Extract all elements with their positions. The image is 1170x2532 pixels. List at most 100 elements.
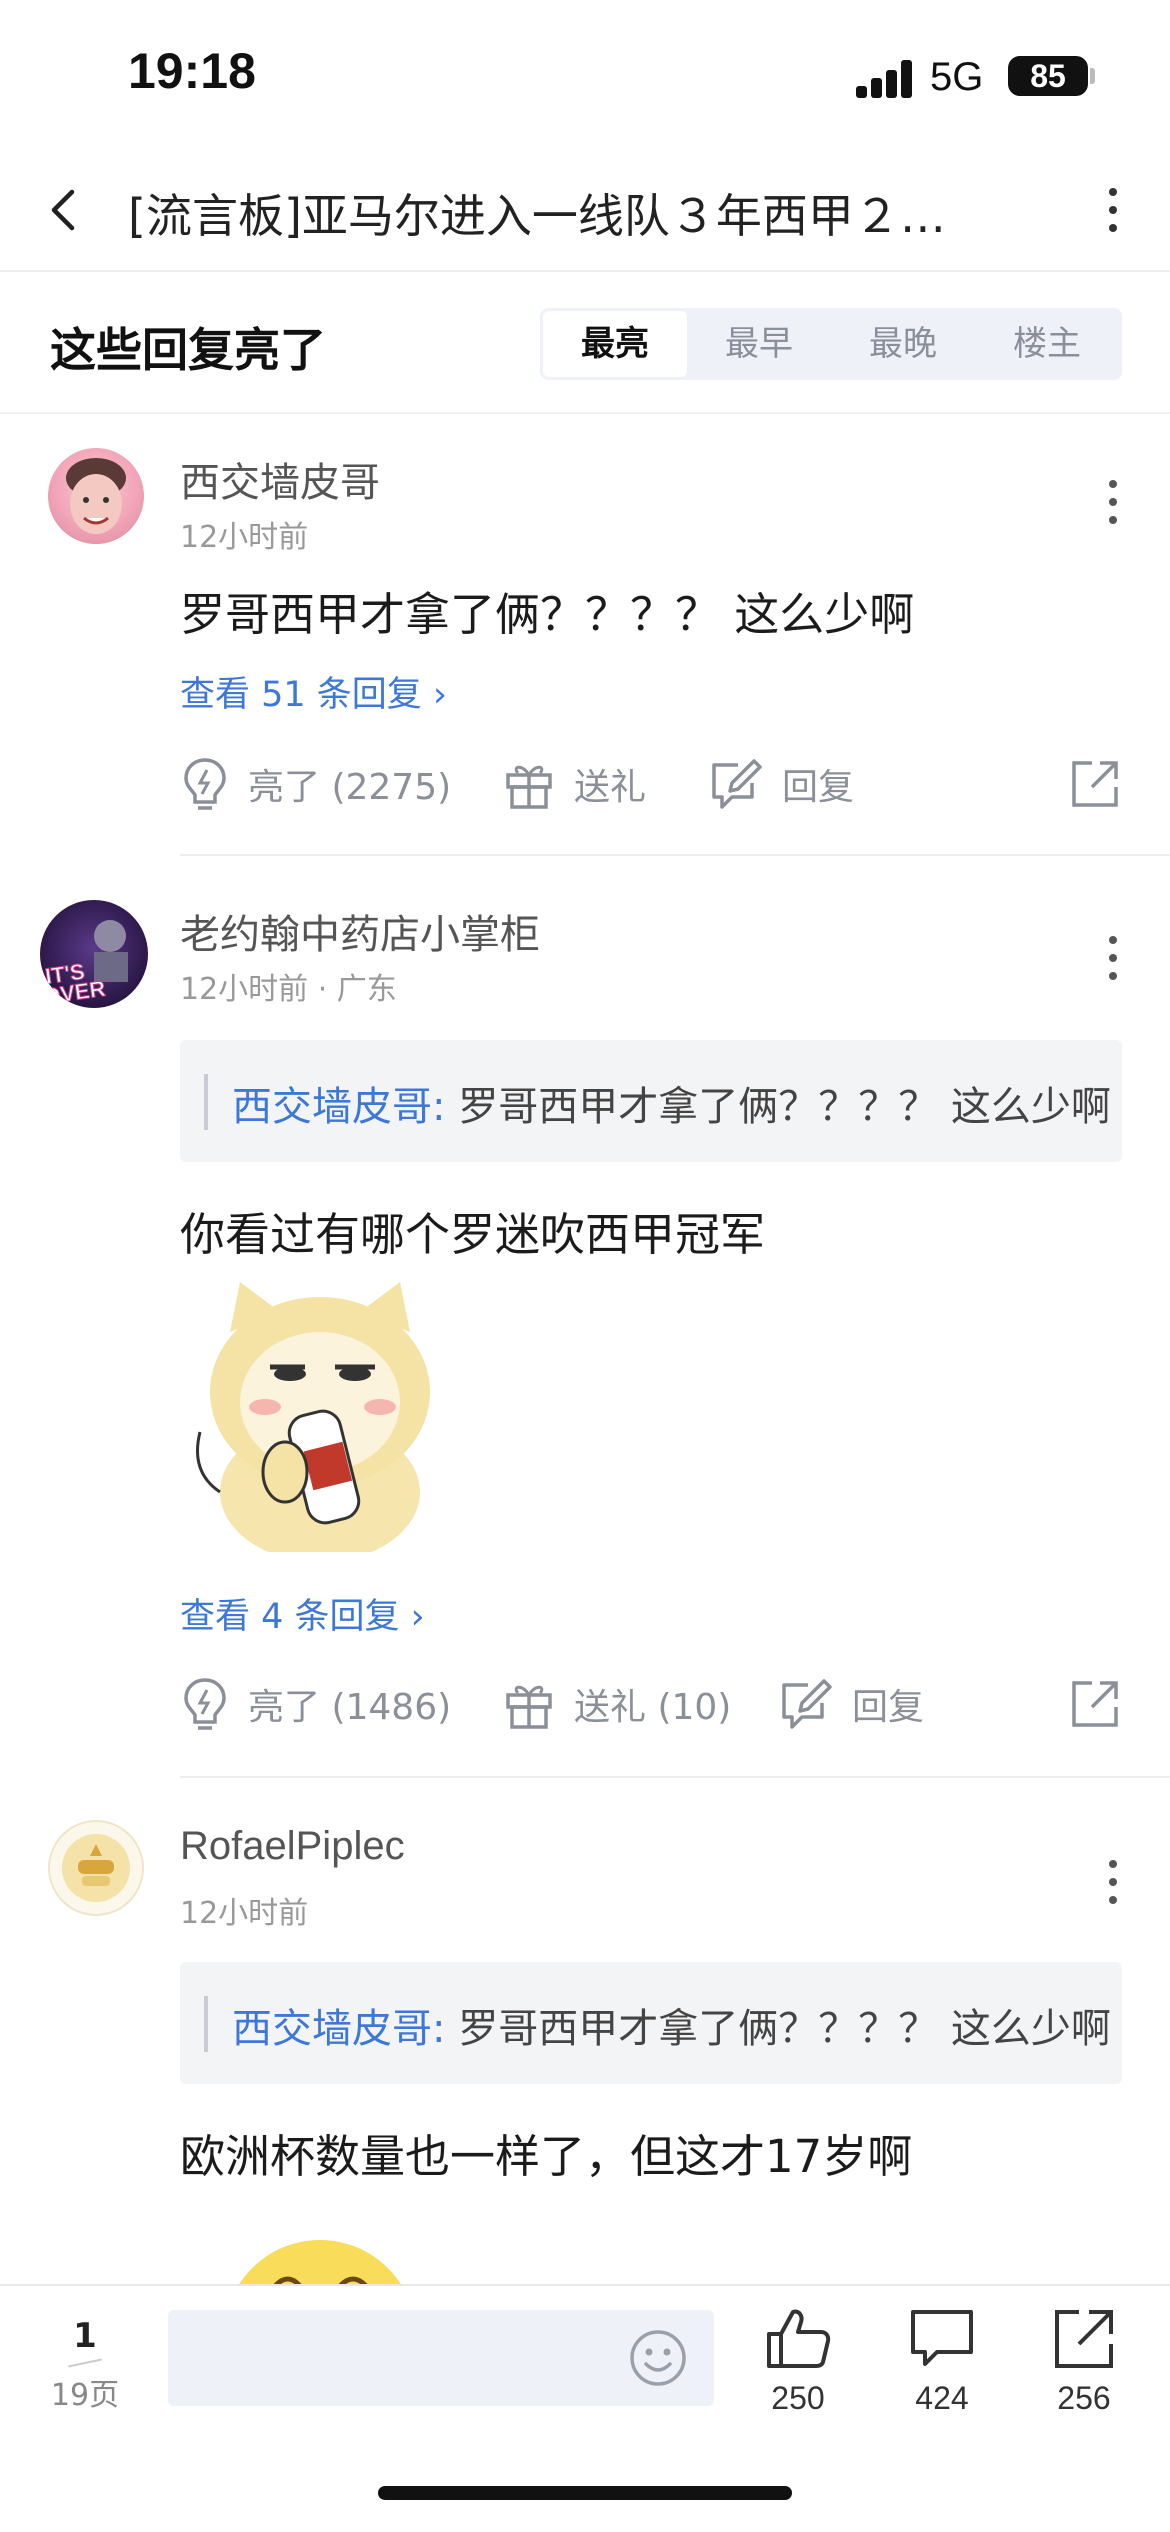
- share-count: 256: [1057, 2380, 1111, 2416]
- quoted-comment[interactable]: 西交墙皮哥: 罗哥西甲才拿了俩？？？？ 这么少啊: [180, 1962, 1122, 2084]
- back-button[interactable]: [36, 180, 96, 240]
- reply-input[interactable]: [168, 2310, 714, 2406]
- page-title: [流言板]亚马尔进入一线队３年西甲２…: [128, 189, 946, 243]
- comment-more-button[interactable]: [1098, 476, 1128, 532]
- more-vertical-icon: [1109, 1860, 1117, 1904]
- see-replies-label: 查看 4 条回复: [180, 1597, 400, 1637]
- comment-icon: [911, 2310, 973, 2366]
- light-count: 亮了 (1486): [248, 1687, 452, 1728]
- battery-icon: 85: [1008, 56, 1088, 96]
- signal-icon: [856, 60, 914, 98]
- lightbulb-icon: [184, 1678, 226, 1730]
- more-vertical-icon: [1109, 188, 1117, 232]
- status-bar: 19:18 5G 85: [0, 0, 1170, 150]
- share-icon: [1055, 2310, 1113, 2368]
- username[interactable]: RofaelPiplec: [180, 1824, 405, 1869]
- more-button[interactable]: [1098, 182, 1128, 238]
- share-icon: [1072, 1681, 1118, 1727]
- avatar[interactable]: [48, 1820, 144, 1916]
- see-replies-label: 查看 51 条回复: [180, 675, 422, 715]
- lightbulb-icon: [184, 758, 226, 810]
- divider: [180, 854, 1170, 856]
- comment-actions: 亮了 (2275) 送礼 回复: [180, 744, 1140, 824]
- sticker-image[interactable]: [180, 1272, 460, 1562]
- avatar[interactable]: IT'S OVER: [40, 900, 148, 1008]
- reply-label: 回复: [852, 1687, 925, 1728]
- battery-tip: [1090, 68, 1095, 84]
- share-button[interactable]: [1068, 744, 1140, 824]
- like-count: 250: [771, 2380, 825, 2416]
- avatar-its-over: IT'S OVER: [41, 920, 128, 1008]
- sticker-image[interactable]: [220, 2236, 420, 2284]
- quote-author[interactable]: 西交墙皮哥:: [232, 2006, 445, 2052]
- comment-more-button[interactable]: [1098, 1856, 1128, 1912]
- chevron-right-icon: ›: [410, 1597, 425, 1637]
- emoji-button[interactable]: [628, 2328, 688, 2388]
- gift-icon: [506, 1685, 552, 1729]
- tab-op[interactable]: 楼主: [975, 311, 1119, 377]
- page-separator: [68, 2358, 102, 2368]
- comment-button[interactable]: 424: [892, 2306, 992, 2417]
- more-vertical-icon: [1109, 480, 1117, 524]
- see-replies-link[interactable]: 查看 51 条回复 ›: [180, 666, 447, 717]
- quote-bar: [204, 1074, 208, 1130]
- thumbs-up-icon: [767, 2309, 831, 2368]
- comment-count: 424: [915, 2380, 969, 2416]
- comment-time: 12小时前 · 广东: [180, 972, 397, 1007]
- divider: [180, 1776, 1170, 1778]
- username[interactable]: 老约翰中药店小掌柜: [180, 902, 540, 960]
- emoji-sticker: [239, 2240, 401, 2284]
- page-total: 19页: [50, 2378, 120, 2413]
- comment-more-button[interactable]: [1098, 932, 1128, 988]
- avatar-emblem: [62, 1834, 130, 1902]
- light-button[interactable]: 亮了 (1486): [180, 1664, 451, 1744]
- share-button[interactable]: 256: [1034, 2306, 1134, 2417]
- username[interactable]: 西交墙皮哥: [180, 450, 380, 508]
- gift-button[interactable]: 送礼: [502, 744, 646, 824]
- light-count: 亮了 (2275): [248, 767, 452, 808]
- cat-sticker: [196, 1282, 430, 1562]
- comment-time: 12小时前: [180, 520, 309, 555]
- page-indicator[interactable]: 1 19页: [50, 2316, 120, 2414]
- gift-label: 送礼: [574, 767, 647, 808]
- chevron-right-icon: ›: [432, 675, 447, 715]
- section-header: 这些回复亮了 最亮 最早 最晚 楼主: [0, 272, 1170, 414]
- sort-tabs: 最亮 最早 最晚 楼主: [540, 308, 1122, 380]
- smiley-icon: [630, 2330, 686, 2386]
- nav-bar: [流言板]亚马尔进入一线队３年西甲２…: [0, 150, 1170, 272]
- comment-time: 12小时前: [180, 1896, 309, 1931]
- share-icon: [1072, 761, 1118, 807]
- share-button[interactable]: [1068, 1664, 1140, 1744]
- more-vertical-icon: [1109, 936, 1117, 980]
- gift-button[interactable]: 送礼 (10): [502, 1664, 731, 1744]
- gift-icon: [506, 765, 552, 809]
- reply-button[interactable]: 回复: [708, 744, 854, 824]
- section-title: 这些回复亮了: [50, 323, 326, 377]
- comment-text: 欧洲杯数量也一样了，但这才17岁啊: [180, 2130, 913, 2183]
- quote-text: 罗哥西甲才拿了俩？？？？ 这么少啊: [445, 2006, 1111, 2052]
- comment-text: 你看过有哪个罗迷吹西甲冠军: [180, 1208, 766, 1261]
- quoted-comment[interactable]: 西交墙皮哥: 罗哥西甲才拿了俩？？？？ 这么少啊: [180, 1040, 1122, 1162]
- comment-actions: 亮了 (1486) 送礼 (10) 回复: [180, 1664, 1140, 1744]
- quote-content: 西交墙皮哥: 罗哥西甲才拿了俩？？？？ 这么少啊: [232, 1074, 1111, 1132]
- avatar-face: [66, 458, 126, 534]
- tab-earliest[interactable]: 最早: [687, 311, 831, 377]
- quote-content: 西交墙皮哥: 罗哥西甲才拿了俩？？？？ 这么少啊: [232, 1996, 1111, 2054]
- page-current: 1: [73, 2316, 97, 2356]
- reply-button[interactable]: 回复: [778, 1664, 924, 1744]
- quote-text: 罗哥西甲才拿了俩？？？？ 这么少啊: [445, 1084, 1111, 1130]
- light-button[interactable]: 亮了 (2275): [180, 744, 451, 824]
- network-label: 5G: [930, 55, 984, 99]
- edit-reply-icon: [782, 1679, 832, 1729]
- status-time: 19:18: [128, 43, 256, 99]
- like-button[interactable]: 250: [748, 2306, 848, 2417]
- comment-item: 西交墙皮哥 12小时前 罗哥西甲才拿了俩？？？？ 这么少啊 查看 51 条回复 …: [0, 414, 1170, 858]
- comment-item: IT'S OVER 老约翰中药店小掌柜 12小时前 · 广东 西交墙皮哥: 罗哥…: [0, 858, 1170, 1780]
- tab-brightest[interactable]: 最亮: [543, 311, 687, 377]
- gift-label: 送礼 (10): [574, 1687, 732, 1728]
- avatar[interactable]: [48, 448, 144, 544]
- see-replies-link[interactable]: 查看 4 条回复 ›: [180, 1588, 425, 1639]
- tab-latest[interactable]: 最晚: [831, 311, 975, 377]
- quote-author[interactable]: 西交墙皮哥:: [232, 1084, 445, 1130]
- comment-item: RofaelPiplec 12小时前 西交墙皮哥: 罗哥西甲才拿了俩？？？？ 这…: [0, 1780, 1170, 2284]
